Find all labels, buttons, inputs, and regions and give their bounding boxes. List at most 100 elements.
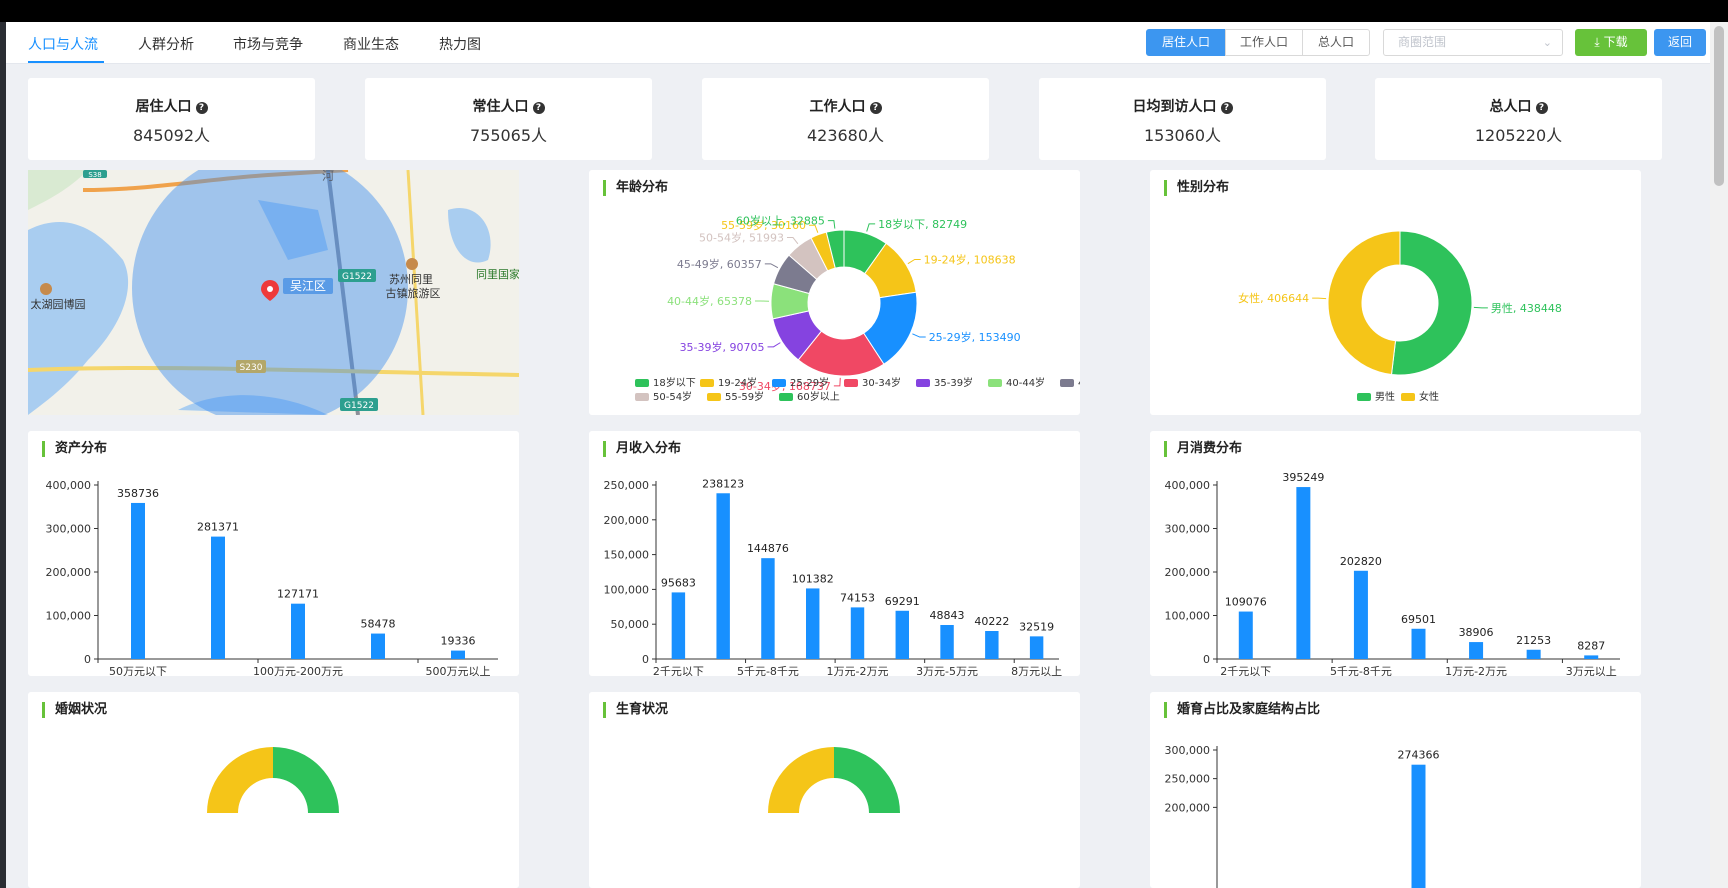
- population-type-total[interactable]: 总人口: [1302, 29, 1370, 56]
- legend-swatch: [635, 393, 649, 401]
- tab-crowd-analysis[interactable]: 人群分析: [138, 34, 194, 54]
- y-tick-label: 0: [84, 653, 91, 666]
- panel-title: 资产分布: [42, 441, 107, 457]
- bar[interactable]: [1411, 764, 1426, 888]
- bar-value-label: 395249: [1282, 471, 1324, 484]
- slice-label: 45-49岁, 60357: [677, 257, 762, 271]
- donut-slice[interactable]: [1390, 230, 1473, 376]
- bar[interactable]: [1411, 628, 1426, 659]
- bar[interactable]: [761, 558, 775, 659]
- bar-value-label: 48843: [930, 609, 965, 622]
- bar[interactable]: [371, 633, 385, 659]
- slice-label: 60岁以上, 32885: [736, 214, 825, 228]
- legend-swatch: [1357, 393, 1371, 401]
- stat-label: 总人口: [1489, 99, 1532, 115]
- vertical-scrollbar[interactable]: [1710, 22, 1728, 888]
- scrollbar-thumb[interactable]: [1714, 26, 1724, 186]
- legend-swatch: [635, 379, 649, 387]
- bar[interactable]: [1029, 636, 1044, 659]
- legend-label[interactable]: 45-49岁: [1078, 376, 1080, 389]
- label-line: [907, 258, 921, 265]
- bar[interactable]: [291, 603, 305, 659]
- bar[interactable]: [131, 502, 145, 659]
- bar-value-label: 95683: [661, 576, 696, 589]
- legend-label[interactable]: 女性: [1419, 390, 1439, 403]
- panel-title: 生育状况: [603, 702, 668, 718]
- legend-swatch: [779, 393, 793, 401]
- label-line: [827, 220, 836, 229]
- y-tick-label: 200,000: [1165, 566, 1211, 579]
- donut-slice[interactable]: [207, 747, 273, 813]
- pin-center: [267, 286, 273, 292]
- bar[interactable]: [451, 650, 465, 659]
- bar[interactable]: [671, 592, 686, 659]
- donut-slice[interactable]: [834, 747, 900, 813]
- stat-label: 居住人口: [135, 99, 192, 115]
- y-tick-label: 0: [642, 653, 649, 666]
- range-select[interactable]: 商圈范围 ⌄: [1383, 29, 1563, 56]
- help-icon[interactable]: ?: [532, 102, 545, 114]
- legend-label[interactable]: 30-34岁: [862, 376, 901, 389]
- bar[interactable]: [1238, 611, 1253, 659]
- legend-label[interactable]: 25-29岁: [790, 376, 829, 389]
- stat-label: 常住人口: [472, 99, 529, 115]
- stat-value: 153060人: [1143, 126, 1222, 145]
- y-tick-label: 100,000: [604, 583, 650, 596]
- donut-slice[interactable]: [1327, 230, 1401, 376]
- label-line: [767, 342, 781, 348]
- panel-title: 婚育占比及家庭结构占比: [1164, 702, 1320, 718]
- tab-heatmap[interactable]: 热力图: [439, 34, 481, 54]
- stat-card-daily-visit: 日均到访人口? 153060人: [1039, 78, 1326, 160]
- help-icon[interactable]: ?: [195, 102, 208, 114]
- panel-income: 月收入分布 0 50,000 100,000 150,000 200,000 250,00…: [589, 431, 1080, 676]
- y-tick-label: 200,000: [1165, 801, 1211, 814]
- help-icon[interactable]: ?: [1535, 102, 1548, 114]
- legend-label[interactable]: 19-24岁: [718, 376, 757, 389]
- map-canvas: 吴江区 G1522 S230 G1522 S38 河 苏州同里 古镇旅游区 太湖…: [28, 170, 519, 415]
- bar[interactable]: [985, 631, 999, 659]
- bar[interactable]: [895, 610, 909, 659]
- tab-business-ecology[interactable]: 商业生态: [343, 34, 399, 54]
- x-tick-label: 1万元-2万元: [1445, 665, 1507, 676]
- consumption-bar-chart: 0 100,000 200,000 300,000 400,000 109076 2千元以下…: [1165, 471, 1620, 676]
- bar[interactable]: [806, 588, 820, 659]
- legend-label[interactable]: 55-59岁: [725, 390, 764, 403]
- y-tick-label: 300,000: [1165, 744, 1211, 757]
- bar-value-label: 19336: [441, 635, 476, 648]
- bar[interactable]: [1296, 487, 1311, 659]
- bar[interactable]: [850, 607, 865, 659]
- bar-value-label: 74153: [840, 591, 875, 604]
- stat-value: 845092人: [132, 126, 211, 145]
- population-type-resident[interactable]: 居住人口: [1146, 29, 1226, 56]
- stat-value: 1205220人: [1474, 126, 1563, 145]
- download-button[interactable]: ⤓ 下载: [1575, 29, 1647, 56]
- legend-label[interactable]: 60岁以上: [797, 390, 840, 403]
- legend-label[interactable]: 50-54岁: [653, 390, 692, 403]
- help-icon[interactable]: ?: [1220, 102, 1233, 114]
- population-type-work[interactable]: 工作人口: [1225, 29, 1303, 56]
- district-label: 吴江区: [290, 279, 326, 293]
- back-button[interactable]: 返回: [1654, 29, 1706, 56]
- x-tick-label: 3万元以上: [1566, 665, 1617, 676]
- legend-label[interactable]: 35-39岁: [934, 376, 973, 389]
- panel-marriage: 婚姻状况: [28, 692, 519, 888]
- donut-slice[interactable]: [273, 747, 339, 813]
- bar-value-label: 127171: [277, 588, 319, 601]
- map-view[interactable]: 吴江区 G1522 S230 G1522 S38 河 苏州同里 古镇旅游区 太湖…: [28, 170, 519, 415]
- label-line: [833, 377, 841, 387]
- bar[interactable]: [1469, 642, 1484, 659]
- legend-label[interactable]: 男性: [1375, 390, 1395, 403]
- age-donut-chart: 18岁以下, 82749 19-24岁, 108638 25-29岁, 153490…: [635, 214, 1080, 403]
- legend-label[interactable]: 40-44岁: [1006, 376, 1045, 389]
- tab-market-competition[interactable]: 市场与竞争: [233, 34, 303, 54]
- bar[interactable]: [940, 625, 954, 659]
- bar[interactable]: [716, 493, 730, 659]
- bar[interactable]: [1526, 649, 1541, 659]
- bar[interactable]: [211, 536, 225, 659]
- legend-label[interactable]: 18岁以下: [653, 376, 696, 389]
- bar[interactable]: [1584, 655, 1599, 659]
- tab-population-flow[interactable]: 人口与人流: [28, 34, 98, 54]
- help-icon[interactable]: ?: [869, 102, 882, 114]
- bar[interactable]: [1353, 570, 1368, 659]
- donut-slice[interactable]: [768, 747, 834, 813]
